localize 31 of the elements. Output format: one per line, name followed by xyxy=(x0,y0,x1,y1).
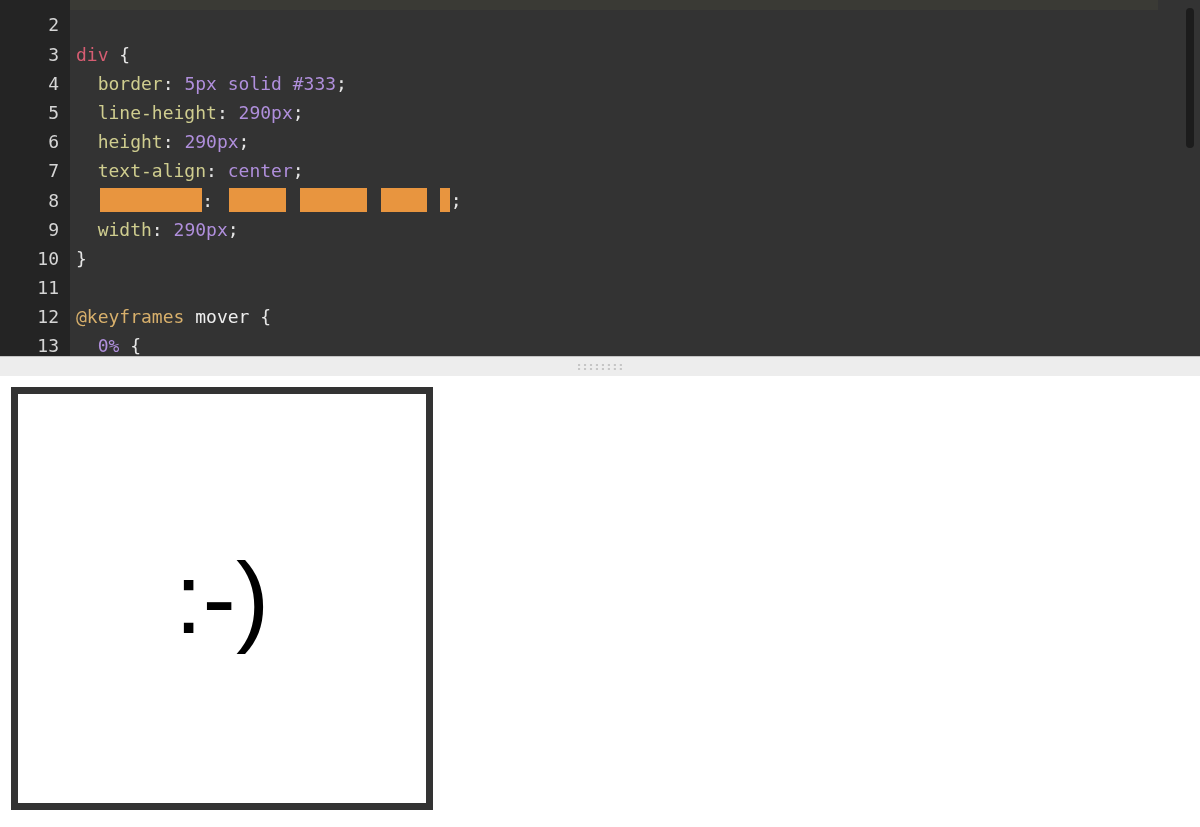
code-editor[interactable]: 2 3 div { 4 border: 5px solid #333; 5 line-height: 290px; 6 height: 290px; 7 text-align: center; 8 : ; 9 width: 290px; 10 } 11 12 @keyframes mover { 13 0% { xyxy=(0,0,1200,356)
code-line: border: 5px solid #333; xyxy=(97,71,347,96)
code-line: line-height: 290px; xyxy=(97,100,304,125)
redaction-block xyxy=(229,188,286,213)
redaction-block xyxy=(299,188,367,213)
line-number: 9 xyxy=(48,217,59,242)
code-line: text-align: center; xyxy=(97,159,304,184)
code-line: div { xyxy=(76,42,131,67)
line-number: 4 xyxy=(48,71,59,96)
code-line: height: 290px; xyxy=(97,130,250,155)
resize-bar[interactable] xyxy=(0,356,1200,376)
line-number: 8 xyxy=(48,188,59,213)
code-line: @keyframes mover { xyxy=(76,305,272,330)
redaction-block xyxy=(381,188,427,213)
code-text: ; xyxy=(450,188,462,213)
code-line: 0% { xyxy=(97,334,142,356)
line-number: 10 xyxy=(37,246,59,271)
line-number: 12 xyxy=(37,305,59,330)
line-number: 2 xyxy=(48,13,59,38)
line-number: 7 xyxy=(48,159,59,184)
grip-icon xyxy=(578,363,622,370)
line-number: 3 xyxy=(48,42,59,67)
code-line: } xyxy=(76,246,87,271)
line-number: 11 xyxy=(37,276,59,301)
line-number: 13 xyxy=(37,334,59,356)
line-number: 5 xyxy=(48,100,59,125)
smiley-text: :-) xyxy=(173,541,271,656)
code-line: width: 290px; xyxy=(97,217,239,242)
line-number: 6 xyxy=(48,130,59,155)
code-text: : xyxy=(202,188,214,213)
redaction-block xyxy=(439,188,451,213)
